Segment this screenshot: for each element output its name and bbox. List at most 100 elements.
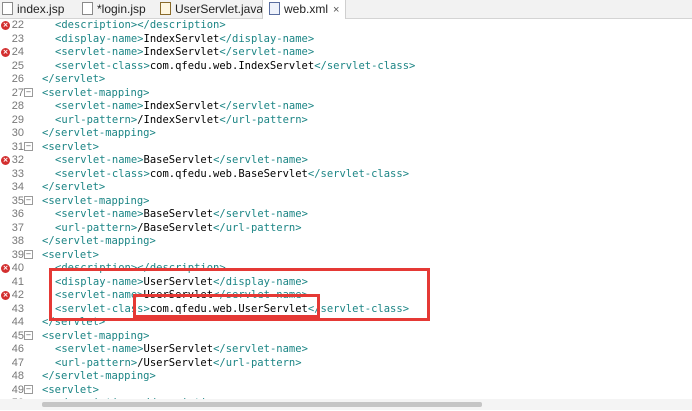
code-text: </servlet> bbox=[42, 316, 105, 330]
code-line[interactable]: 29 <url-pattern>/IndexServlet</url-patter… bbox=[0, 114, 692, 128]
code-text: </servlet-mapping> bbox=[42, 127, 156, 141]
gutter: 33 bbox=[0, 168, 40, 182]
gutter: × 40 bbox=[0, 262, 40, 276]
code-line[interactable]: 48 </servlet-mapping> bbox=[0, 370, 692, 384]
code-text: </servlet> bbox=[42, 73, 105, 87]
line-number: 35 bbox=[11, 194, 24, 207]
tab-label: web.xml bbox=[284, 2, 329, 16]
xml-tag: </display-name> bbox=[213, 275, 308, 288]
code-line[interactable]: 26 </servlet> bbox=[0, 73, 692, 87]
code-line[interactable]: 35− <servlet-mapping> bbox=[0, 195, 692, 209]
tab-label: UserServlet.java bbox=[175, 2, 264, 16]
code-line[interactable]: 28 <servlet-name>IndexServlet</servlet-na… bbox=[0, 100, 692, 114]
gutter: 35− bbox=[0, 195, 40, 209]
fold-toggle-icon[interactable]: − bbox=[24, 330, 33, 340]
code-line[interactable]: × 22 <description></description> bbox=[0, 19, 692, 33]
gutter: 23 bbox=[0, 33, 40, 47]
xml-tag: <description> bbox=[55, 262, 138, 274]
xml-tag: <url-pattern> bbox=[55, 356, 138, 369]
code-line[interactable]: 25 <servlet-class>com.qfedu.web.IndexServ… bbox=[0, 60, 692, 74]
code-line[interactable]: 36 <servlet-name>BaseServlet</servlet-nam… bbox=[0, 208, 692, 222]
xml-file-icon bbox=[269, 2, 280, 15]
tab-label: index.jsp bbox=[17, 2, 65, 16]
xml-tag: <servlet-name> bbox=[55, 343, 144, 355]
line-number: 39 bbox=[11, 248, 24, 261]
code-line[interactable]: × 42 <servlet-name>UserServlet</servlet-na… bbox=[0, 289, 692, 303]
error-icon[interactable]: × bbox=[1, 21, 10, 30]
code-line[interactable]: 49− <servlet> bbox=[0, 384, 692, 398]
code-text: <servlet-name>BaseServlet</servlet-name> bbox=[55, 208, 308, 222]
code-line[interactable]: × 40 <description></description> bbox=[0, 262, 692, 276]
code-text: <servlet-mapping> bbox=[42, 195, 149, 209]
code-line[interactable]: 37 <url-pattern>/BaseServlet</url-pattern… bbox=[0, 222, 692, 236]
code-text: </servlet> bbox=[42, 181, 105, 195]
line-number: 46 bbox=[11, 343, 24, 355]
close-icon[interactable]: × bbox=[333, 4, 339, 16]
code-line[interactable]: 39− <servlet> bbox=[0, 249, 692, 263]
code-line[interactable]: 38 </servlet-mapping> bbox=[0, 235, 692, 249]
gutter: 34 bbox=[0, 181, 40, 195]
error-icon[interactable]: × bbox=[1, 48, 10, 57]
horizontal-scrollbar[interactable] bbox=[0, 399, 692, 410]
code-line[interactable]: 43 <servlet-class>com.qfedu.web.UserServl… bbox=[0, 303, 692, 317]
fold-toggle-icon[interactable]: − bbox=[24, 249, 33, 259]
fold-toggle-icon[interactable]: − bbox=[24, 384, 33, 394]
code-line[interactable]: 23 <display-name>IndexServlet</display-na… bbox=[0, 33, 692, 47]
fold-toggle-icon[interactable]: − bbox=[24, 141, 33, 151]
xml-tag: <servlet-mapping> bbox=[42, 329, 150, 342]
line-number: 26 bbox=[11, 73, 24, 85]
tab-login-jsp[interactable]: *login.jsp bbox=[82, 0, 146, 18]
code-line[interactable]: 47 <url-pattern>/UserServlet</url-pattern… bbox=[0, 357, 692, 371]
code-line[interactable]: × 24 <servlet-name>IndexServlet</servlet-n… bbox=[0, 46, 692, 60]
code-line[interactable]: 30 </servlet-mapping> bbox=[0, 127, 692, 141]
xml-tag: <servlet> bbox=[42, 248, 99, 261]
xml-tag: </servlet-class> bbox=[314, 59, 416, 72]
gutter: 38 bbox=[0, 235, 40, 249]
line-number: 27 bbox=[11, 86, 24, 99]
code-editor[interactable]: × 22 <description></description> 23 <display… bbox=[0, 19, 692, 409]
fold-toggle-icon[interactable]: − bbox=[24, 87, 33, 97]
scrollbar-thumb[interactable] bbox=[42, 402, 482, 407]
line-number: 40 bbox=[11, 262, 24, 274]
error-icon[interactable]: × bbox=[1, 156, 10, 165]
line-number: 33 bbox=[11, 167, 24, 180]
xml-tag: <servlet-name> bbox=[55, 46, 144, 58]
code-line[interactable]: 41 <display-name>UserServlet</display-nam… bbox=[0, 276, 692, 290]
line-number: 28 bbox=[11, 100, 24, 112]
code-text: <servlet-mapping> bbox=[42, 330, 149, 344]
line-number: 22 bbox=[11, 19, 24, 31]
xml-value: com.qfedu.web.IndexServlet bbox=[149, 59, 315, 72]
xml-tag: </servlet-name> bbox=[213, 343, 308, 355]
tab-index-jsp[interactable]: index.jsp bbox=[2, 0, 64, 18]
code-line[interactable]: 44 </servlet> bbox=[0, 316, 692, 330]
code-text: <servlet> bbox=[42, 141, 99, 155]
code-line[interactable]: 31− <servlet> bbox=[0, 141, 692, 155]
tab-userservlet-java[interactable]: UserServlet.java bbox=[160, 0, 263, 18]
code-line[interactable]: 46 <servlet-name>UserServlet</servlet-nam… bbox=[0, 343, 692, 357]
code-text: <url-pattern>/BaseServlet</url-pattern> bbox=[55, 222, 302, 236]
error-icon[interactable]: × bbox=[1, 264, 10, 273]
gutter: 41 bbox=[0, 276, 40, 290]
tab-label: *login.jsp bbox=[97, 2, 146, 16]
gutter: 49− bbox=[0, 384, 40, 398]
code-text: <servlet-mapping> bbox=[42, 87, 149, 101]
code-line[interactable]: 45− <servlet-mapping> bbox=[0, 330, 692, 344]
gutter: 47 bbox=[0, 357, 40, 371]
code-line[interactable]: 34 </servlet> bbox=[0, 181, 692, 195]
fold-toggle-icon[interactable]: − bbox=[24, 195, 33, 205]
code-text: <servlet-name>UserServlet</servlet-name> bbox=[55, 343, 308, 357]
line-number: 41 bbox=[11, 275, 24, 288]
line-number: 31 bbox=[11, 140, 24, 153]
line-number: 43 bbox=[11, 302, 24, 315]
code-line[interactable]: × 32 <servlet-name>BaseServlet</servlet-na… bbox=[0, 154, 692, 168]
xml-value: com.qfedu.web.BaseServlet bbox=[149, 167, 308, 180]
code-text: </servlet-mapping> bbox=[42, 370, 156, 384]
xml-tag: </servlet-name> bbox=[213, 289, 308, 301]
line-number: 45 bbox=[11, 329, 24, 342]
tab-web-xml[interactable]: web.xml × bbox=[262, 0, 347, 19]
code-line[interactable]: 33 <servlet-class>com.qfedu.web.BaseServl… bbox=[0, 168, 692, 182]
code-line[interactable]: 27− <servlet-mapping> bbox=[0, 87, 692, 101]
error-icon[interactable]: × bbox=[1, 291, 10, 300]
line-number: 37 bbox=[11, 221, 24, 234]
gutter: × 24 bbox=[0, 46, 40, 60]
